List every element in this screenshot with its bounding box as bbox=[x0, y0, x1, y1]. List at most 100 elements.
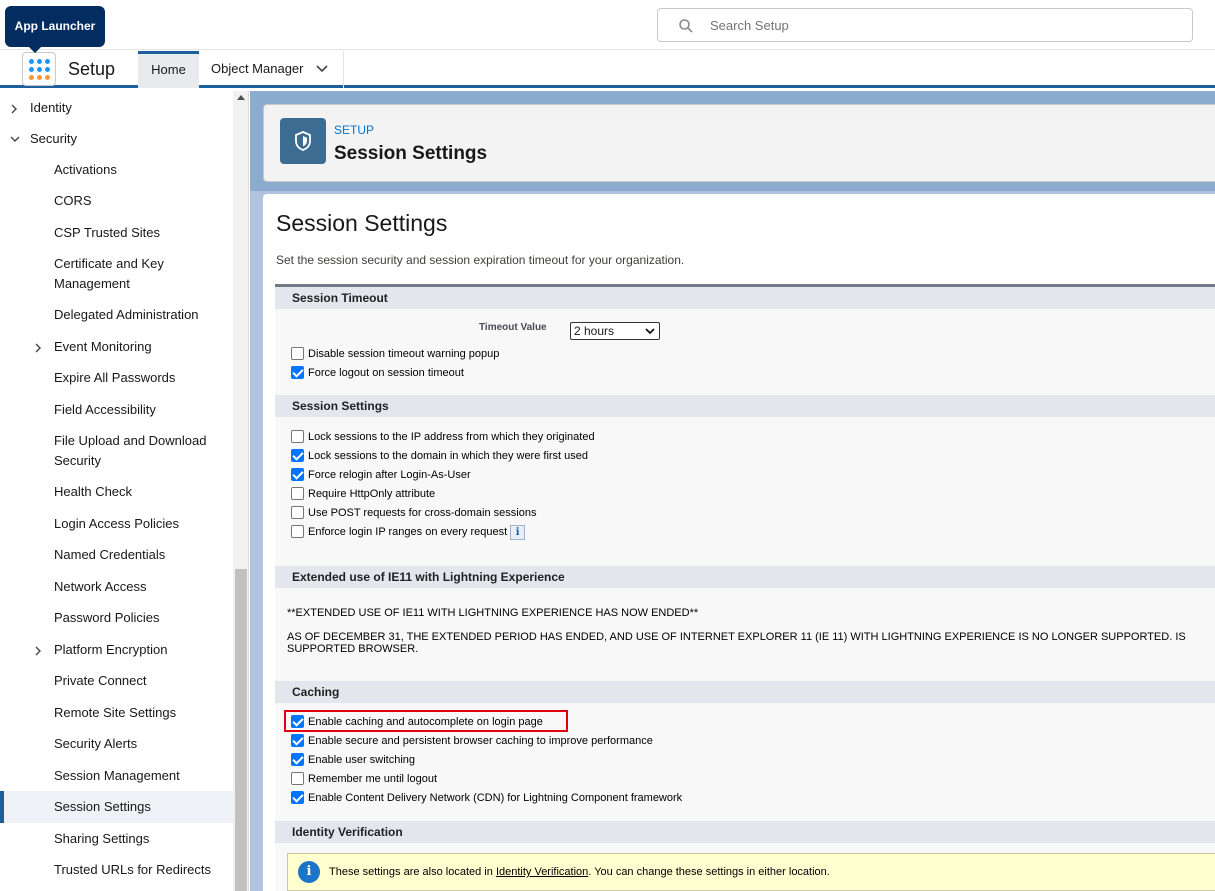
sidebar-scrollbar[interactable] bbox=[233, 91, 248, 891]
checkbox[interactable] bbox=[291, 430, 304, 443]
sidebar-item-label: Expire All Passwords bbox=[54, 370, 176, 385]
option-label: Enable Content Delivery Network (CDN) fo… bbox=[308, 792, 683, 804]
sidebar-item-remote-site-settings[interactable]: Remote Site Settings bbox=[0, 703, 233, 723]
info-icon[interactable]: i bbox=[510, 525, 526, 540]
sidebar-item-label: CORS bbox=[54, 193, 92, 208]
sidebar-item-network-access[interactable]: Network Access bbox=[0, 577, 233, 597]
sidebar-item-label: Session Management bbox=[54, 768, 180, 783]
section-heading-session-timeout: Session Timeout bbox=[275, 287, 1215, 309]
chevron-down-icon bbox=[645, 328, 655, 335]
checkbox[interactable] bbox=[291, 347, 304, 360]
section-heading-session-settings: Session Settings bbox=[275, 395, 1215, 417]
checkbox[interactable] bbox=[291, 468, 304, 481]
checkbox[interactable] bbox=[291, 525, 304, 538]
sidebar-item-label: Named Credentials bbox=[54, 547, 166, 562]
option-force-relogin[interactable]: Force relogin after Login-As-User bbox=[291, 468, 471, 482]
identity-verification-notice: i These settings are also located in Ide… bbox=[287, 853, 1215, 891]
sidebar-item-label: Security Alerts bbox=[54, 736, 138, 751]
sidebar-item-label: Certificate and Key Management bbox=[54, 256, 164, 291]
sidebar-item-label: Event Monitoring bbox=[54, 339, 152, 354]
sidebar-item-activations[interactable]: Activations bbox=[0, 160, 233, 180]
option-enable-user-switching[interactable]: Enable user switching bbox=[291, 753, 415, 767]
section-heading-caching: Caching bbox=[275, 681, 1215, 703]
chevron-right-icon bbox=[35, 343, 41, 353]
timeout-value-select[interactable]: 2 hours bbox=[570, 322, 660, 340]
option-label: Lock sessions to the IP address from whi… bbox=[308, 431, 595, 443]
page-header-title: Session Settings bbox=[334, 143, 488, 164]
option-lock-sessions-ip[interactable]: Lock sessions to the IP address from whi… bbox=[291, 430, 595, 444]
chevron-down-icon[interactable] bbox=[316, 65, 328, 73]
notice-text-after: . You can change these settings in eithe… bbox=[588, 866, 830, 878]
checkbox[interactable] bbox=[291, 734, 304, 747]
sidebar-item-security[interactable]: Security bbox=[0, 129, 233, 149]
sidebar-item-private-connect[interactable]: Private Connect bbox=[0, 671, 233, 691]
option-secure-persistent-caching[interactable]: Enable secure and persistent browser cac… bbox=[291, 734, 653, 748]
option-label: Force relogin after Login-As-User bbox=[308, 469, 471, 481]
page-header-eyebrow: SETUP bbox=[334, 123, 375, 137]
main-content-area: SETUP Session Settings Session Settings … bbox=[250, 91, 1215, 891]
sidebar-item-event-monitoring[interactable]: Event Monitoring bbox=[0, 337, 233, 357]
sidebar-item-label: File Upload and Download Security bbox=[54, 433, 207, 468]
sidebar-item-file-upload-download-security[interactable]: File Upload and Download Security bbox=[0, 431, 233, 471]
sidebar-item-label: Login Access Policies bbox=[54, 516, 180, 531]
option-label: Remember me until logout bbox=[308, 773, 438, 785]
setup-tree-sidebar: Identity Security Activations CORS CSP T… bbox=[0, 91, 249, 891]
shield-icon bbox=[280, 118, 326, 164]
sidebar-item-label: Field Accessibility bbox=[54, 402, 156, 417]
sidebar-item-session-management[interactable]: Session Management bbox=[0, 766, 233, 786]
sidebar-item-csp-trusted-sites[interactable]: CSP Trusted Sites bbox=[0, 223, 233, 243]
section-heading-identity-verification: Identity Verification bbox=[275, 821, 1215, 843]
checkbox[interactable] bbox=[291, 791, 304, 804]
identity-verification-link[interactable]: Identity Verification bbox=[496, 866, 588, 878]
option-lock-sessions-domain[interactable]: Lock sessions to the domain in which the… bbox=[291, 449, 588, 463]
sidebar-item-identity[interactable]: Identity bbox=[0, 98, 233, 118]
option-use-post-requests[interactable]: Use POST requests for cross-domain sessi… bbox=[291, 506, 536, 520]
checkbox[interactable] bbox=[291, 715, 304, 728]
search-placeholder: Search Setup bbox=[710, 18, 789, 33]
checkbox[interactable] bbox=[291, 487, 304, 500]
option-force-logout-on-timeout[interactable]: Force logout on session timeout bbox=[291, 366, 464, 380]
option-enable-cdn[interactable]: Enable Content Delivery Network (CDN) fo… bbox=[291, 791, 682, 805]
option-disable-timeout-warning[interactable]: Disable session timeout warning popup bbox=[291, 347, 499, 361]
app-name: Setup bbox=[68, 59, 116, 79]
tab-object-manager[interactable]: Object Manager bbox=[199, 51, 344, 88]
sidebar-item-security-alerts[interactable]: Security Alerts bbox=[0, 734, 233, 754]
checkbox[interactable] bbox=[291, 506, 304, 519]
option-label: Disable session timeout warning popup bbox=[308, 348, 500, 360]
option-enable-caching-autocomplete[interactable]: Enable caching and autocomplete on login… bbox=[291, 715, 543, 729]
tab-home[interactable]: Home bbox=[138, 51, 199, 88]
sidebar-item-label: Activations bbox=[54, 162, 117, 177]
sidebar-item-sharing-settings[interactable]: Sharing Settings bbox=[0, 829, 233, 849]
checkbox[interactable] bbox=[291, 449, 304, 462]
sidebar-item-delegated-administration[interactable]: Delegated Administration bbox=[0, 305, 233, 325]
sidebar-item-field-accessibility[interactable]: Field Accessibility bbox=[0, 400, 233, 420]
global-header: Search Setup bbox=[0, 0, 1215, 50]
sidebar-item-label: Security bbox=[30, 131, 77, 146]
search-setup-input[interactable]: Search Setup bbox=[657, 8, 1193, 42]
sidebar-item-trusted-urls[interactable]: Trusted URLs for Redirects bbox=[0, 860, 233, 880]
checkbox[interactable] bbox=[291, 366, 304, 379]
sidebar-item-expire-all-passwords[interactable]: Expire All Passwords bbox=[0, 368, 233, 388]
sidebar-item-health-check[interactable]: Health Check bbox=[0, 482, 233, 502]
sidebar-item-named-credentials[interactable]: Named Credentials bbox=[0, 545, 233, 565]
tab-object-manager-label: Object Manager bbox=[211, 61, 304, 76]
checkbox[interactable] bbox=[291, 772, 304, 785]
timeout-value-selected: 2 hours bbox=[574, 324, 615, 338]
scroll-up-arrow-icon[interactable] bbox=[237, 95, 245, 100]
option-require-httponly[interactable]: Require HttpOnly attribute bbox=[291, 487, 435, 501]
scrollbar-thumb[interactable] bbox=[235, 569, 247, 891]
page-header: SETUP Session Settings bbox=[263, 104, 1215, 182]
option-remember-me[interactable]: Remember me until logout bbox=[291, 772, 437, 786]
sidebar-item-certificate-key-management[interactable]: Certificate and Key Management bbox=[0, 254, 233, 294]
option-enforce-login-ip[interactable]: Enforce login IP ranges on every request… bbox=[291, 525, 526, 540]
option-label: Enable caching and autocomplete on login… bbox=[308, 716, 543, 728]
sidebar-item-session-settings[interactable]: Session Settings bbox=[0, 791, 233, 823]
sidebar-item-login-access-policies[interactable]: Login Access Policies bbox=[0, 514, 233, 534]
app-launcher-icon[interactable] bbox=[22, 52, 56, 86]
app-launcher-tooltip: App Launcher bbox=[5, 6, 105, 53]
sidebar-item-cors[interactable]: CORS bbox=[0, 191, 233, 211]
settings-form: Session Timeout Timeout Value 2 hours Di… bbox=[275, 284, 1215, 891]
sidebar-item-password-policies[interactable]: Password Policies bbox=[0, 608, 233, 628]
checkbox[interactable] bbox=[291, 753, 304, 766]
sidebar-item-platform-encryption[interactable]: Platform Encryption bbox=[0, 640, 233, 660]
